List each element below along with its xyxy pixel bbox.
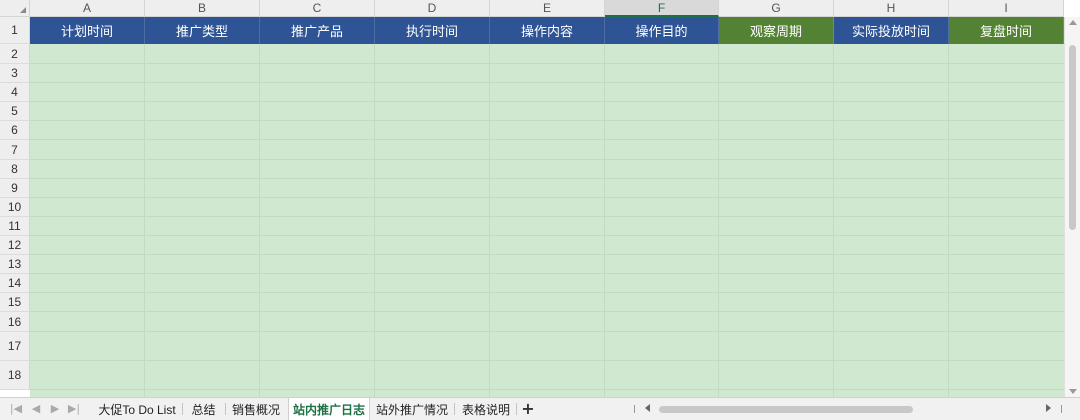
row-header-5[interactable]: 5: [0, 102, 30, 121]
vertical-scroll-thumb[interactable]: [1069, 45, 1076, 230]
header-cell-g[interactable]: 观察周期: [719, 17, 834, 44]
header-cell-e[interactable]: 操作内容: [490, 17, 605, 44]
grid-row-line: [30, 139, 1064, 140]
grid-row-line: [30, 311, 1064, 312]
tab-split-handle[interactable]: [634, 405, 635, 413]
grid-row-line: [30, 360, 1064, 361]
sheet-tab-6[interactable]: 表格说明: [455, 398, 517, 420]
scroll-right-icon[interactable]: [1046, 404, 1051, 412]
grid-column-line: [604, 44, 605, 397]
spreadsheet-grid: ABCDEFGHI 1 2 3 4 5 6 7 8 9 10 11 12 13 14 15 16 17 18 计划…: [0, 0, 1080, 397]
scroll-left-icon[interactable]: [645, 404, 650, 412]
add-sheet-button[interactable]: +: [520, 399, 536, 419]
row-header-9[interactable]: 9: [0, 179, 30, 198]
column-header-g[interactable]: G: [719, 0, 834, 17]
grid-column-line: [833, 44, 834, 397]
horizontal-scroll-thumb[interactable]: [659, 406, 913, 413]
grid-row-line: [30, 101, 1064, 102]
scroll-end-handle[interactable]: [1061, 405, 1062, 413]
cell-area[interactable]: [30, 44, 1064, 397]
column-header-h[interactable]: H: [834, 0, 949, 17]
select-all-corner[interactable]: [0, 0, 30, 17]
row-header-8[interactable]: 8: [0, 160, 30, 179]
grid-row-line: [30, 273, 1064, 274]
tab-separator: [516, 403, 517, 415]
first-sheet-icon[interactable]: |◀: [8, 401, 24, 417]
last-sheet-icon[interactable]: ▶|: [66, 401, 82, 417]
grid-column-line: [718, 44, 719, 397]
header-cell-c[interactable]: 推广产品: [260, 17, 375, 44]
column-header-d[interactable]: D: [375, 0, 490, 17]
grid-row-line: [30, 331, 1064, 332]
row-header-12[interactable]: 12: [0, 236, 30, 255]
row-header-17[interactable]: 17: [0, 332, 30, 361]
column-header-e[interactable]: E: [490, 0, 605, 17]
vertical-scrollbar[interactable]: [1064, 17, 1080, 397]
scroll-up-icon[interactable]: [1069, 20, 1077, 25]
grid-row-line: [30, 159, 1064, 160]
header-cell-i[interactable]: 复盘时间: [949, 17, 1064, 44]
row-header-6[interactable]: 6: [0, 121, 30, 140]
column-header-a[interactable]: A: [30, 0, 145, 17]
row-header-10[interactable]: 10: [0, 198, 30, 217]
column-header-c[interactable]: C: [260, 0, 375, 17]
sheet-tab-3[interactable]: 销售概况: [225, 398, 287, 420]
sheet-tab-bar: |◀ ◀ ▶ ▶| 大促To Do List 总结 销售概况 站内推广日志 站外推广情况…: [0, 397, 1080, 420]
sheet-tab-2[interactable]: 总结: [182, 398, 225, 420]
grid-row-line: [30, 292, 1064, 293]
grid-row-line: [30, 216, 1064, 217]
row-header-14[interactable]: 14: [0, 274, 30, 293]
header-cell-d[interactable]: 执行时间: [375, 17, 490, 44]
grid-column-line: [948, 44, 949, 397]
grid-column-line: [144, 44, 145, 397]
grid-column-line: [374, 44, 375, 397]
header-cell-h[interactable]: 实际投放时间: [834, 17, 949, 44]
row-header-16[interactable]: 16: [0, 312, 30, 332]
row-header-3[interactable]: 3: [0, 64, 30, 83]
sheet-tab-1[interactable]: 大促To Do List: [92, 398, 182, 420]
grid-row-line: [30, 197, 1064, 198]
next-sheet-icon[interactable]: ▶: [47, 401, 63, 417]
select-all-icon: [20, 7, 26, 13]
row-header-18[interactable]: 18: [0, 361, 30, 390]
row-header-4[interactable]: 4: [0, 83, 30, 102]
row-header-11[interactable]: 11: [0, 217, 30, 236]
grid-row-line: [30, 389, 1064, 390]
grid-row-line: [30, 63, 1064, 64]
row-header-1[interactable]: 1: [0, 17, 30, 44]
grid-row-line: [30, 254, 1064, 255]
row-header-13[interactable]: 13: [0, 255, 30, 274]
header-cell-b[interactable]: 推广类型: [145, 17, 260, 44]
grid-row-line: [30, 178, 1064, 179]
scroll-down-icon[interactable]: [1069, 389, 1077, 394]
column-header-b[interactable]: B: [145, 0, 260, 17]
column-header-i[interactable]: I: [949, 0, 1064, 17]
grid-column-line: [489, 44, 490, 397]
header-cell-a[interactable]: 计划时间: [30, 17, 145, 44]
row-header-7[interactable]: 7: [0, 140, 30, 160]
grid-row-line: [30, 120, 1064, 121]
row-header-2[interactable]: 2: [0, 44, 30, 64]
sheet-tab-5[interactable]: 站外推广情况: [370, 398, 454, 420]
sheet-tab-4[interactable]: 站内推广日志: [288, 398, 370, 420]
row-header-15[interactable]: 15: [0, 293, 30, 312]
grid-column-line: [259, 44, 260, 397]
prev-sheet-icon[interactable]: ◀: [28, 401, 44, 417]
grid-row-line: [30, 82, 1064, 83]
grid-row-line: [30, 235, 1064, 236]
column-header-f[interactable]: F: [605, 0, 719, 17]
header-cell-f[interactable]: 操作目的: [605, 17, 719, 44]
